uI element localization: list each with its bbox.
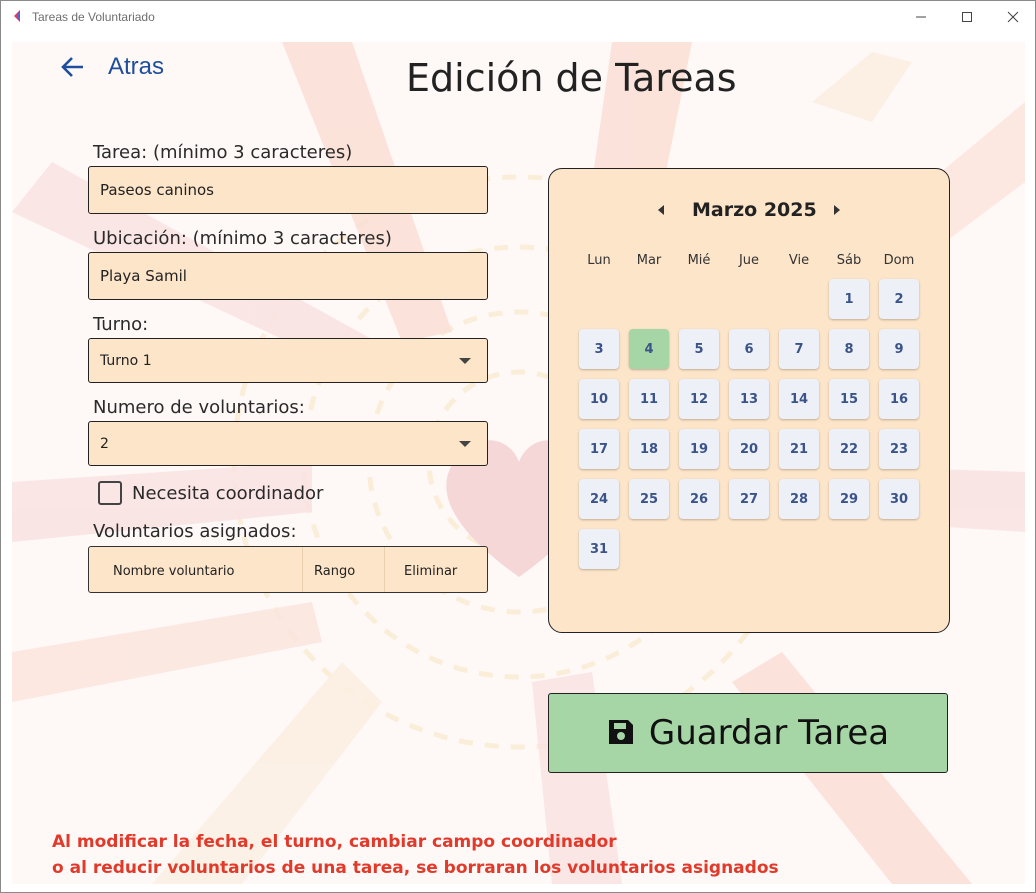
calendar-day[interactable]: 9	[879, 329, 919, 369]
calendar-day[interactable]: 21	[779, 429, 819, 469]
chevron-down-icon	[459, 358, 471, 364]
warning-message: Al modificar la fecha, el turno, cambiar…	[52, 829, 779, 881]
calendar-day[interactable]: 5	[679, 329, 719, 369]
coordinador-checkbox-row[interactable]: Necesita coordinador	[98, 481, 323, 505]
calendar-day[interactable]: 7	[779, 329, 819, 369]
calendar-day[interactable]: 28	[779, 479, 819, 519]
page-title: Edición de Tareas	[406, 56, 737, 100]
ubicacion-input[interactable]: Playa Samil	[88, 252, 488, 300]
calendar-day[interactable]: 19	[679, 429, 719, 469]
main-content: Atras Edición de Tareas Tarea: (mínimo 3…	[12, 42, 1025, 884]
calendar-day[interactable]: 15	[829, 379, 869, 419]
weekday-header: Mié	[687, 253, 711, 268]
coordinador-checkbox[interactable]	[98, 481, 122, 505]
num-voluntarios-select[interactable]: 2	[88, 421, 488, 466]
tarea-input[interactable]: Paseos caninos	[88, 166, 488, 214]
turno-label: Turno:	[93, 314, 149, 335]
calendar-day[interactable]: 16	[879, 379, 919, 419]
calendar-day[interactable]: 26	[679, 479, 719, 519]
calendar-day[interactable]: 12	[679, 379, 719, 419]
calendar-day[interactable]: 11	[629, 379, 669, 419]
back-button[interactable]: Atras	[60, 50, 164, 84]
minimize-icon	[916, 16, 926, 18]
warning-line-2: o al reducir voluntarios de una tarea, s…	[52, 858, 779, 878]
asignados-label: Voluntarios asignados:	[93, 521, 297, 542]
app-window: Tareas de Voluntariado Atras Edición de …	[0, 0, 1036, 893]
calendar-day[interactable]: 25	[629, 479, 669, 519]
calendar-day[interactable]: 3	[579, 329, 619, 369]
coordinador-label: Necesita coordinador	[132, 482, 324, 504]
calendar-day[interactable]: 22	[829, 429, 869, 469]
save-label: Guardar Tarea	[648, 713, 890, 753]
window-title: Tareas de Voluntariado	[32, 10, 155, 24]
calendar-day[interactable]: 29	[829, 479, 869, 519]
turno-value: Turno 1	[100, 352, 152, 369]
calendar-day[interactable]: 10	[579, 379, 619, 419]
weekday-header: Vie	[788, 253, 810, 268]
calendar-header: Marzo 2025	[549, 199, 949, 223]
calendar-day[interactable]: 24	[579, 479, 619, 519]
calendar-day[interactable]: 20	[729, 429, 769, 469]
floppy-disk-icon	[608, 720, 633, 744]
prev-month-icon[interactable]	[658, 205, 664, 215]
turno-select[interactable]: Turno 1	[88, 338, 488, 383]
calendar-day[interactable]: 23	[879, 429, 919, 469]
calendar-day[interactable]: 31	[579, 529, 619, 569]
column-eliminar[interactable]: Eliminar	[385, 547, 485, 592]
close-icon	[1007, 11, 1019, 23]
calendar-day[interactable]: 18	[629, 429, 669, 469]
column-rango[interactable]: Rango	[303, 547, 385, 592]
weekday-header: Dom	[883, 253, 915, 268]
title-bar: Tareas de Voluntariado	[1, 1, 1035, 33]
calendar-day[interactable]: 13	[729, 379, 769, 419]
tarea-label: Tarea: (mínimo 3 caracteres)	[93, 142, 353, 163]
save-button[interactable]: Guardar Tarea	[548, 693, 948, 773]
weekday-header: Lun	[587, 253, 611, 268]
next-month-icon[interactable]	[834, 205, 840, 215]
calendar-day[interactable]: 30	[879, 479, 919, 519]
calendar-day[interactable]: 1	[829, 279, 869, 319]
arrow-left-icon	[61, 57, 83, 77]
calendar-month-label: Marzo 2025	[692, 199, 817, 221]
calendar-day[interactable]: 6	[729, 329, 769, 369]
minimize-button[interactable]	[898, 1, 944, 33]
maximize-icon	[962, 12, 972, 22]
calendar-day[interactable]: 2	[879, 279, 919, 319]
column-nombre[interactable]: Nombre voluntario	[89, 547, 303, 592]
date-calendar: Marzo 2025 Lun Mar Mié Jue Vie Sáb Dom 1 2 3 4 5 6 7 8…	[548, 168, 950, 633]
close-button[interactable]	[990, 1, 1035, 33]
weekday-header: Jue	[738, 253, 760, 268]
calendar-day[interactable]: 8	[829, 329, 869, 369]
calendar-day[interactable]: 14	[779, 379, 819, 419]
voluntarios-table-header: Nombre voluntario Rango Eliminar	[88, 546, 488, 593]
weekday-header: Mar	[636, 253, 662, 268]
calendar-day[interactable]: 27	[729, 479, 769, 519]
calendar-day[interactable]: 17	[579, 429, 619, 469]
maximize-button[interactable]	[944, 1, 990, 33]
back-label: Atras	[108, 53, 165, 80]
num-voluntarios-value: 2	[100, 435, 109, 452]
chevron-down-icon	[459, 441, 471, 447]
num-voluntarios-label: Numero de voluntarios:	[93, 397, 305, 418]
warning-line-1: Al modificar la fecha, el turno, cambiar…	[52, 832, 617, 852]
ubicacion-label: Ubicación: (mínimo 3 caracteres)	[93, 228, 392, 249]
app-logo-icon	[14, 10, 20, 22]
calendar-day-selected[interactable]: 4	[629, 329, 669, 369]
weekday-header: Sáb	[836, 253, 862, 268]
